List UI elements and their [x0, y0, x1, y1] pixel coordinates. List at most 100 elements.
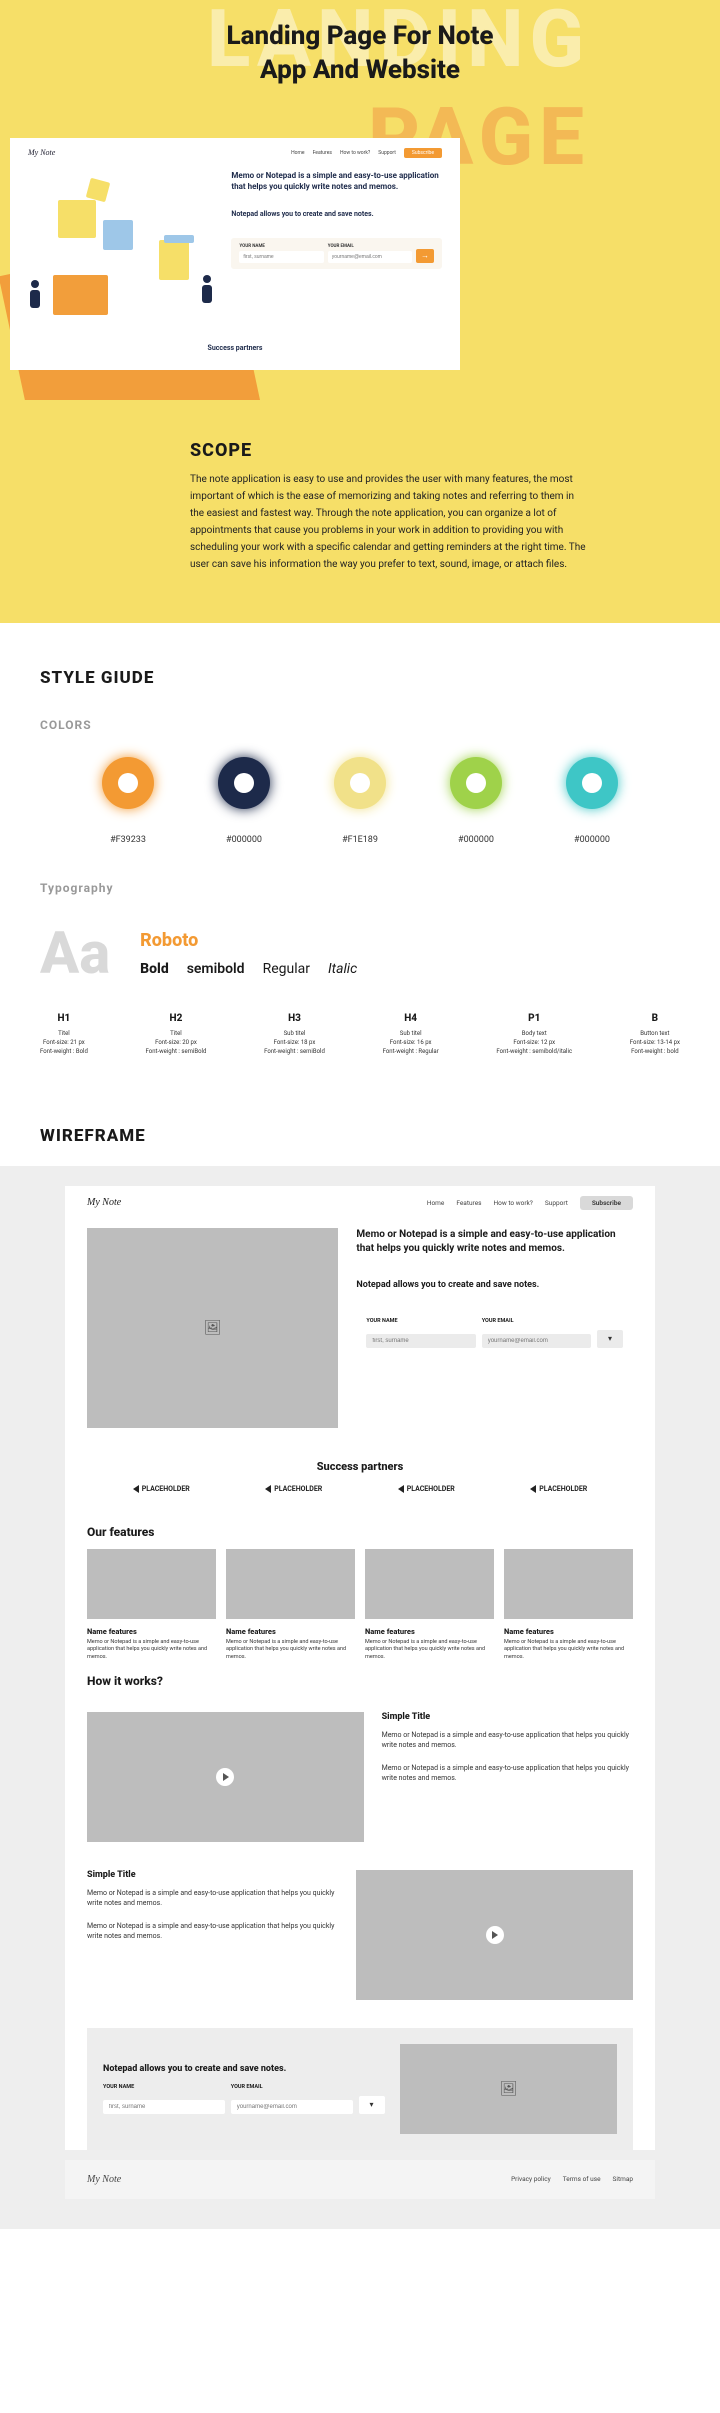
logo-icon [398, 1485, 404, 1493]
wf-how-item-title: Simple Title [382, 1712, 633, 1722]
image-placeholder [504, 1549, 633, 1619]
wf-partner-logo: PLACEHOLDER [265, 1485, 322, 1493]
wf-how-video[interactable] [356, 1870, 633, 2000]
wf-logo: My Note [87, 1197, 121, 1208]
weight-bold: Bold [140, 961, 169, 977]
wf-nav-how[interactable]: How to work? [494, 1199, 533, 1207]
logo-icon [530, 1485, 536, 1493]
wf-footer: My Note Privacy policy Terms of use Sitm… [65, 2150, 655, 2199]
wf-how-title: How it works? [65, 1662, 655, 1698]
wf-features-title: Our features [65, 1513, 655, 1549]
mock-submit-button[interactable]: → [416, 249, 434, 263]
style-guide-title: STYLE GIUDE [40, 668, 680, 688]
wf-feature-card: Name featuresMemo or Notepad is a simple… [87, 1549, 216, 1662]
image-placeholder [226, 1549, 355, 1619]
wf-footer-privacy[interactable]: Privacy policy [511, 2175, 551, 2183]
swatch-navy [218, 757, 270, 809]
mock-signup-form: YOUR NAME YOUR EMAIL → [231, 238, 442, 269]
mock-nav-features[interactable]: Features [313, 150, 332, 156]
wf-subscribe-button[interactable]: Subscribe [580, 1196, 633, 1210]
wf-partner-logos: PLACEHOLDER PLACEHOLDER PLACEHOLDER PLAC… [65, 1485, 655, 1513]
image-icon: 🖼 [500, 2081, 518, 2097]
wf-nav: Home Features How to work? Support Subsc… [427, 1196, 633, 1210]
image-placeholder [87, 1549, 216, 1619]
wf-cta-section: Notepad allows you to create and save no… [87, 2028, 633, 2150]
wf-how-item-title: Simple Title [87, 1870, 338, 1880]
weight-italic: Italic [328, 961, 357, 977]
wf-footer-sitemap[interactable]: Sitmap [613, 2175, 633, 2183]
mock-nav-how[interactable]: How to work? [340, 150, 370, 156]
scope-title: SCOPE [190, 440, 590, 461]
mock-name-label: YOUR NAME [239, 244, 323, 249]
wireframe-heading: WIREFRAME [0, 1086, 720, 1166]
mock-illustration [28, 170, 219, 330]
weight-regular: Regular [263, 961, 310, 977]
wf-cta-email-input[interactable] [231, 2100, 353, 2114]
play-icon [216, 1768, 234, 1786]
wf-email-label: YOUR EMAIL [482, 1318, 591, 1324]
wf-name-label: YOUR NAME [366, 1318, 475, 1324]
scope-body: The note application is easy to use and … [190, 471, 590, 573]
wf-partner-logo: PLACEHOLDER [530, 1485, 587, 1493]
mock-email-label: YOUR EMAIL [328, 244, 412, 249]
color-swatches: #F39233 #000000 #F1E189 #000000 #000000 [70, 757, 650, 846]
wf-nav-support[interactable]: Support [545, 1199, 568, 1207]
wf-cta-title: Notepad allows you to create and save no… [103, 2064, 384, 2074]
wf-how-item-body: Memo or Notepad is a simple and easy-to-… [382, 1763, 633, 1784]
wf-how-item-body: Memo or Notepad is a simple and easy-to-… [87, 1888, 338, 1909]
wf-feature-card: Name featuresMemo or Notepad is a simple… [226, 1549, 355, 1662]
wf-headline: Memo or Notepad is a simple and easy-to-… [356, 1228, 633, 1257]
laptop-mockup: My Note Home Features How to work? Suppo… [10, 138, 460, 370]
wf-cta-name-label: YOUR NAME [103, 2084, 225, 2090]
typography-sample: Aa [40, 920, 110, 988]
wf-signup-form: YOUR NAME YOUR EMAIL ▾ [356, 1310, 633, 1358]
wf-features-grid: Name featuresMemo or Notepad is a simple… [65, 1549, 655, 1662]
mock-logo: My Note [28, 148, 55, 157]
wf-footer-terms[interactable]: Terms of use [563, 2175, 601, 2183]
swatch-orange [102, 757, 154, 809]
wf-name-input[interactable] [366, 1334, 475, 1348]
wf-email-input[interactable] [482, 1334, 591, 1348]
wf-footer-logo: My Note [87, 2174, 121, 2185]
mock-subline: Notepad allows you to create and save no… [231, 210, 442, 220]
wf-partners-title: Success partners [65, 1450, 655, 1485]
wf-cta-dropdown-button[interactable]: ▾ [359, 2096, 385, 2114]
wf-subline: Notepad allows you to create and save no… [356, 1279, 633, 1292]
wf-cta-name-input[interactable] [103, 2100, 225, 2114]
mock-nav-home[interactable]: Home [291, 150, 304, 156]
font-name: Roboto [140, 930, 357, 951]
weight-semibold: semibold [187, 961, 245, 977]
wf-hero-image-placeholder: 🖼 [87, 1228, 338, 1428]
logo-icon [133, 1485, 139, 1493]
mock-email-input[interactable] [328, 251, 412, 263]
wf-how-item-body: Memo or Notepad is a simple and easy-to-… [382, 1730, 633, 1751]
wf-feature-card: Name featuresMemo or Notepad is a simple… [504, 1549, 633, 1662]
colors-title: COLORS [40, 718, 680, 732]
swatch-green [450, 757, 502, 809]
wf-feature-card: Name featuresMemo or Notepad is a simple… [365, 1549, 494, 1662]
mock-nav-support[interactable]: Support [378, 150, 396, 156]
hero-section: LANDING PAGE Landing Page For Note App A… [0, 0, 720, 400]
play-icon [486, 1926, 504, 1944]
wf-partner-logo: PLACEHOLDER [398, 1485, 455, 1493]
wf-nav-home[interactable]: Home [427, 1199, 445, 1207]
mock-nav: Home Features How to work? Support Subsc… [291, 148, 442, 158]
wf-cta-email-label: YOUR EMAIL [231, 2084, 353, 2090]
mock-headline: Memo or Notepad is a simple and easy-to-… [231, 170, 442, 192]
scope-section: SCOPE The note application is easy to us… [0, 400, 720, 623]
type-specs-table: H1TitelFont-size: 21 pxFont-weight : Bol… [40, 1013, 680, 1056]
mock-subscribe-button[interactable]: Subscribe [404, 148, 442, 158]
page-title: Landing Page For Note App And Website [0, 20, 720, 88]
wf-dropdown-button[interactable]: ▾ [597, 1330, 623, 1348]
swatch-teal [566, 757, 618, 809]
image-icon: 🖼 [204, 1320, 222, 1336]
image-placeholder: 🖼 [400, 2044, 617, 2134]
swatch-yellow [334, 757, 386, 809]
mock-partners-title: Success partners [28, 344, 442, 352]
typography-title: Typography [40, 881, 680, 895]
wf-nav-features[interactable]: Features [456, 1199, 481, 1207]
wf-how-video[interactable] [87, 1712, 364, 1842]
mock-name-input[interactable] [239, 251, 323, 263]
wf-how-item-body: Memo or Notepad is a simple and easy-to-… [87, 1921, 338, 1942]
image-placeholder [365, 1549, 494, 1619]
